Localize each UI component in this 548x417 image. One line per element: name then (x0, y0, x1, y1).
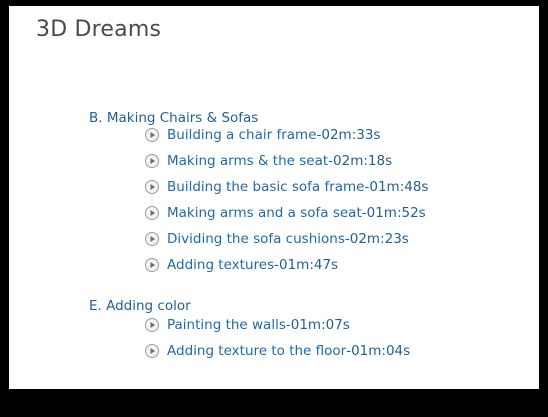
lesson-name[interactable]: Dividing the sofa cushions (167, 231, 345, 247)
lesson-item[interactable]: Making arms and a sofa seat - 01m:52s (144, 203, 426, 223)
lesson-name[interactable]: Making arms and a sofa seat (167, 205, 362, 221)
course-panel: 3D Dreams B. Making Chairs & Sofas Build… (9, 6, 539, 389)
play-circle-icon (145, 128, 159, 142)
lesson-duration: 01m:48s (369, 179, 429, 195)
play-circle-icon (145, 318, 159, 332)
lesson-duration: 02m:18s (333, 153, 393, 169)
section-heading[interactable]: E. Adding color (89, 298, 191, 314)
lesson-name[interactable]: Painting the walls (167, 317, 286, 333)
lesson-item[interactable]: Building the basic sofa frame - 01m:48s (144, 177, 428, 197)
section-heading[interactable]: B. Making Chairs & Sofas (89, 110, 258, 126)
play-circle-icon (145, 344, 159, 358)
play-circle-icon (145, 154, 159, 168)
lesson-name[interactable]: Adding texture to the floor (167, 343, 346, 359)
lesson-name[interactable]: Adding textures (167, 257, 274, 273)
play-circle-icon (145, 180, 159, 194)
play-circle-icon (145, 232, 159, 246)
lesson-duration: 01m:47s (278, 257, 339, 273)
window-frame: 3D Dreams B. Making Chairs & Sofas Build… (0, 0, 548, 417)
lesson-item[interactable]: Adding texture to the floor - 01m:04s (144, 341, 410, 361)
lesson-name[interactable]: Building the basic sofa frame (167, 179, 364, 195)
lesson-item[interactable]: Painting the walls - 01m:07s (144, 315, 350, 335)
lesson-name[interactable]: Making arms & the seat (167, 153, 328, 169)
lesson-item[interactable]: Building a chair frame - 02m:33s (144, 125, 380, 145)
lesson-item[interactable]: Adding textures - 01m:47s (144, 255, 338, 275)
lesson-item[interactable]: Making arms & the seat - 02m:18s (144, 151, 392, 171)
lesson-duration: 01m:07s (290, 317, 350, 333)
play-circle-icon (145, 206, 159, 220)
lesson-name[interactable]: Building a chair frame (167, 127, 317, 143)
play-circle-icon (145, 258, 159, 272)
lesson-item[interactable]: Dividing the sofa cushions - 02m:23s (144, 229, 409, 249)
lesson-duration: 01m:04s (351, 343, 411, 359)
lesson-duration: 02m:33s (321, 127, 381, 143)
lesson-duration: 02m:23s (349, 231, 409, 247)
course-title: 3D Dreams (36, 17, 162, 42)
lesson-duration: 01m:52s (366, 205, 426, 221)
